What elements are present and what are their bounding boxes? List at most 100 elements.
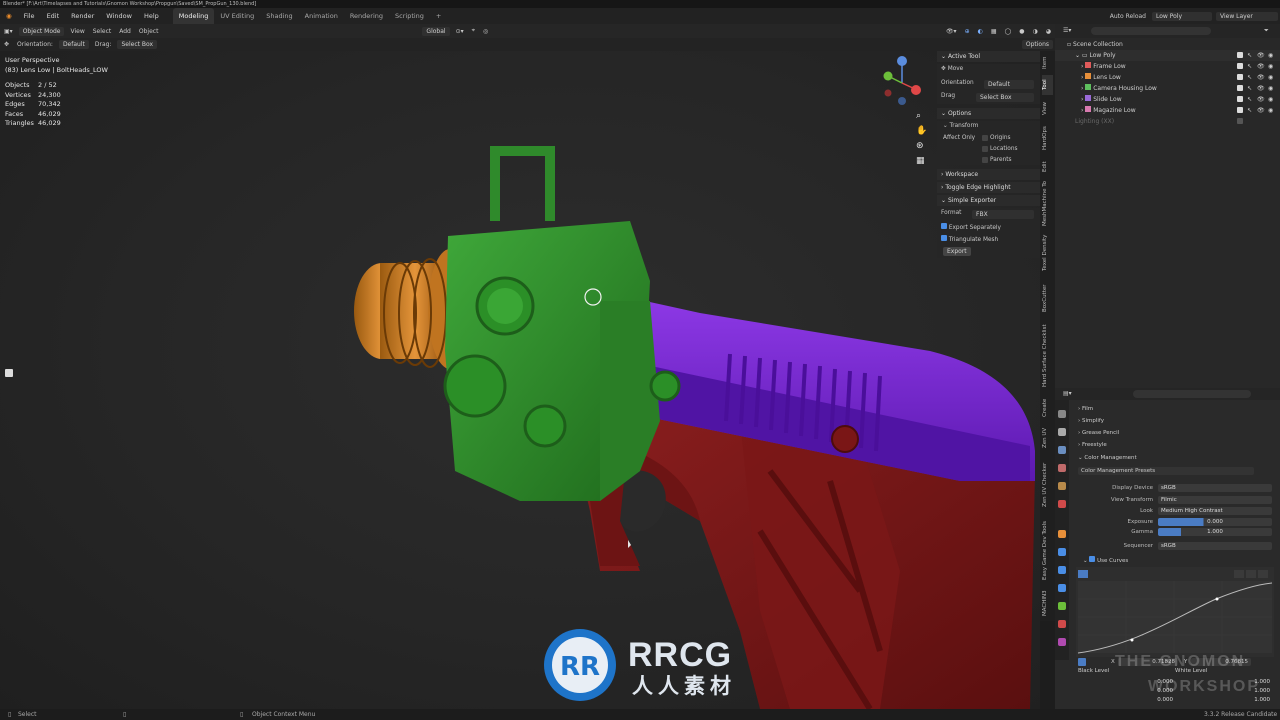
view-layer-selector[interactable]: View Layer: [1216, 11, 1278, 21]
auto-reload-toggle[interactable]: Auto Reload: [1106, 13, 1150, 20]
hide-eye-icon[interactable]: 👁: [1257, 83, 1265, 94]
menu-help[interactable]: Help: [138, 8, 165, 24]
hide-eye-icon[interactable]: 👁: [1257, 61, 1265, 72]
view-transform-dropdown[interactable]: Filmic: [1158, 496, 1272, 504]
tab-machin3[interactable]: MACHIN3: [1042, 588, 1053, 618]
scene-selector[interactable]: Low Poly: [1152, 11, 1212, 21]
3d-viewport[interactable]: User Perspective (83) Lens Low | BoltHea…: [0, 51, 1040, 709]
select-toggle-icon[interactable]: ↖: [1247, 94, 1252, 105]
tab-tool[interactable]: Tool: [1042, 75, 1053, 95]
orientation-dropdown[interactable]: Default: [984, 80, 1034, 89]
tab-texel-density[interactable]: Texel Density: [1042, 230, 1053, 275]
properties-editor-icon[interactable]: ▤▾: [1059, 390, 1076, 397]
gizmo-toggle-icon[interactable]: ⊕: [961, 28, 974, 35]
outliner-editor-icon[interactable]: ☰▾: [1059, 27, 1075, 34]
shading-wireframe-icon[interactable]: ◯: [1001, 28, 1016, 35]
camera-housing-mesh[interactable]: [443, 146, 681, 501]
transform-orientation-selector[interactable]: Global: [422, 26, 450, 36]
particles-tab-icon[interactable]: [1058, 566, 1066, 574]
ortho-toggle-icon[interactable]: ▦: [916, 156, 925, 166]
look-dropdown[interactable]: Medium High Contrast: [1158, 507, 1272, 515]
data-tab-icon[interactable]: [1058, 602, 1066, 610]
locations-checkbox[interactable]: [982, 146, 988, 152]
tab-item[interactable]: Item: [1042, 53, 1053, 73]
shading-solid-icon[interactable]: ●: [1015, 28, 1028, 35]
export-separately-checkbox[interactable]: [941, 223, 947, 229]
zoom-out-icon[interactable]: [1246, 570, 1256, 578]
menu-object[interactable]: Object: [135, 28, 163, 35]
curves-widget[interactable]: [1076, 567, 1274, 657]
display-device-dropdown[interactable]: sRGB: [1158, 484, 1272, 492]
exclude-checkbox[interactable]: [1237, 118, 1243, 124]
shading-material-icon[interactable]: ◑: [1029, 28, 1042, 35]
collection-row[interactable]: ⌄ ▭ Low Poly ↖ 👁 ◉: [1055, 50, 1280, 61]
drag-selector[interactable]: Select Box: [117, 40, 158, 49]
tab-hardops[interactable]: HardOps: [1042, 123, 1053, 153]
scene-collection-row[interactable]: ▫ Scene Collection: [1055, 39, 1280, 50]
render-camera-icon[interactable]: ◉: [1268, 105, 1273, 116]
add-workspace-icon[interactable]: +: [430, 8, 447, 24]
tool-tab-icon[interactable]: [1058, 410, 1066, 418]
navigation-gizmo[interactable]: [883, 56, 922, 105]
tab-zen-uv-checker[interactable]: Zen UV Checker: [1042, 457, 1053, 512]
sequencer-dropdown[interactable]: sRGB: [1158, 542, 1272, 550]
texture-tab-icon[interactable]: [1058, 638, 1066, 646]
panel-toggle-edge-highlight[interactable]: › Toggle Edge Highlight: [937, 182, 1040, 193]
outliner-row[interactable]: › Lens Low ↖ 👁 ◉: [1055, 72, 1280, 83]
white-level-b[interactable]: 1.000: [1242, 696, 1270, 705]
panel-active-tool[interactable]: ⌄ Active Tool: [937, 51, 1040, 62]
gamma-slider[interactable]: 1.000: [1158, 528, 1272, 536]
section-simplify[interactable]: › Simplify: [1078, 416, 1278, 426]
shading-rendered-icon[interactable]: ◕: [1042, 28, 1055, 35]
triangulate-checkbox[interactable]: [941, 235, 947, 241]
snap-icon[interactable]: ⌖: [468, 27, 479, 35]
use-curves-row[interactable]: ⌄ Use Curves: [1083, 556, 1128, 564]
menu-add[interactable]: Add: [115, 28, 135, 35]
zoom-in-icon[interactable]: [1234, 570, 1244, 578]
outliner-row[interactable]: › Slide Low ↖ 👁 ◉: [1055, 94, 1280, 105]
tab-rendering[interactable]: Rendering: [344, 8, 389, 24]
tab-meshmachine-tools[interactable]: MeshMachine Tools: [1042, 181, 1053, 226]
tab-scripting[interactable]: Scripting: [389, 8, 430, 24]
menu-select[interactable]: Select: [89, 28, 116, 35]
outliner-row[interactable]: › Frame Low ↖ 👁 ◉: [1055, 61, 1280, 72]
curve-point-toggle[interactable]: [1078, 658, 1086, 666]
menu-file[interactable]: File: [18, 8, 41, 24]
exclude-checkbox[interactable]: [1237, 96, 1243, 102]
section-film[interactable]: › Film: [1078, 404, 1278, 414]
color-management-presets[interactable]: Color Management Presets: [1078, 467, 1254, 475]
tab-edit[interactable]: Edit: [1042, 157, 1053, 177]
overlay-toggle-icon[interactable]: ◐: [974, 28, 987, 35]
drag-dropdown[interactable]: Select Box: [976, 93, 1034, 102]
render-camera-icon[interactable]: ◉: [1268, 72, 1273, 83]
move-tool-row[interactable]: ✥ Move: [937, 64, 1040, 78]
render-camera-icon[interactable]: ◉: [1268, 83, 1273, 94]
exclude-checkbox[interactable]: [1237, 52, 1243, 58]
exposure-slider[interactable]: 0.000: [1158, 518, 1272, 526]
filter-icon[interactable]: ⏷: [1260, 27, 1273, 35]
hide-eye-icon[interactable]: 👁: [1257, 50, 1265, 61]
section-grease-pencil[interactable]: › Grease Pencil: [1078, 428, 1278, 438]
hide-eye-icon[interactable]: 👁: [1257, 105, 1265, 116]
gun-model-render[interactable]: ⌕ ✋ ⊛ ▦: [0, 51, 1040, 709]
panel-simple-exporter[interactable]: ⌄ Simple Exporter: [937, 195, 1040, 206]
tab-uv-editing[interactable]: UV Editing: [214, 8, 260, 24]
tab-animation[interactable]: Animation: [299, 8, 344, 24]
black-level-b[interactable]: 0.000: [1145, 696, 1173, 705]
options-dropdown[interactable]: Options: [1021, 40, 1053, 49]
menu-view[interactable]: View: [66, 28, 88, 35]
exclude-checkbox[interactable]: [1237, 107, 1243, 113]
menu-edit[interactable]: Edit: [41, 8, 66, 24]
tab-shading[interactable]: Shading: [260, 8, 298, 24]
hide-eye-icon[interactable]: 👁: [1257, 94, 1265, 105]
tab-modeling[interactable]: Modeling: [172, 8, 215, 24]
outliner-row[interactable]: › Magazine Low ↖ 👁 ◉: [1055, 105, 1280, 116]
select-toggle-icon[interactable]: ↖: [1247, 72, 1252, 83]
select-toggle-icon[interactable]: ↖: [1247, 105, 1252, 116]
use-curves-checkbox[interactable]: [1089, 556, 1096, 562]
select-toggle-icon[interactable]: ↖: [1247, 50, 1252, 61]
format-dropdown[interactable]: FBX: [972, 210, 1034, 219]
curve-menu-icon[interactable]: [1258, 570, 1268, 578]
select-toggle-icon[interactable]: ↖: [1247, 61, 1252, 72]
section-freestyle[interactable]: › Freestyle: [1078, 440, 1278, 450]
